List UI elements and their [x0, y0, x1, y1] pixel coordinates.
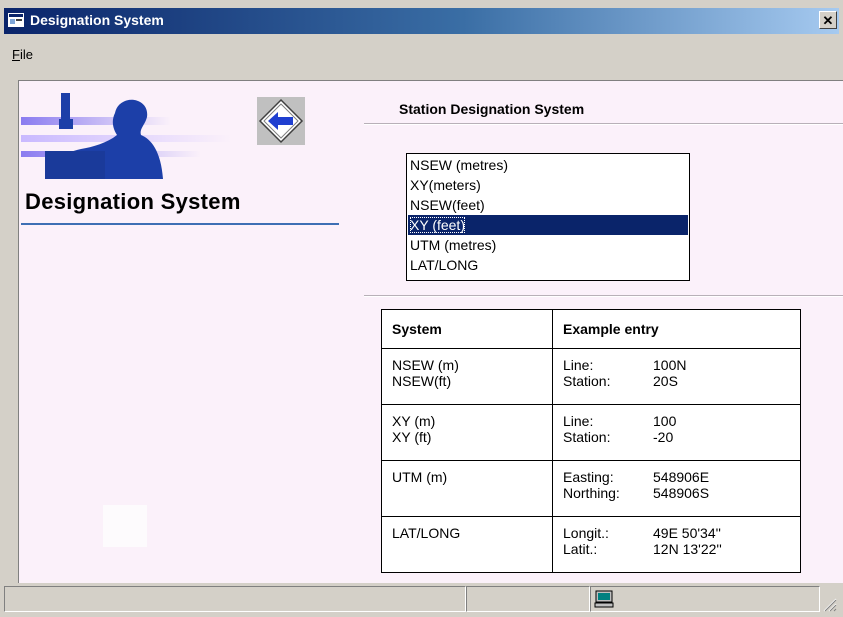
- list-item-label: XY (feet): [410, 217, 465, 233]
- example-key: Station:: [563, 373, 611, 389]
- system-name: NSEW (m): [392, 357, 459, 373]
- table-divider: [364, 295, 843, 296]
- status-panel-icon: [590, 586, 820, 612]
- section-heading: Station Designation System: [399, 101, 585, 117]
- resize-grip-icon[interactable]: [823, 598, 837, 612]
- heading-divider: [364, 123, 843, 124]
- example-value: 49E 50'34'': [653, 525, 721, 541]
- status-panel-middle: [466, 586, 590, 612]
- system-cell: NSEW (m) NSEW(ft): [381, 348, 553, 405]
- list-item[interactable]: UTM (metres): [408, 235, 688, 255]
- system-name: XY (m): [392, 413, 436, 429]
- example-key: Longit.:: [563, 525, 609, 541]
- client-area: Designation System Station Designation S…: [18, 80, 843, 583]
- title-bar[interactable]: Designation System ✕: [4, 8, 839, 34]
- example-cell: Longit.: 49E 50'34'' Latit.: 12N 13'22'': [552, 516, 801, 573]
- list-item-label: XY(meters): [410, 177, 481, 193]
- example-key: Line:: [563, 413, 594, 429]
- list-item[interactable]: XY(meters): [408, 175, 688, 195]
- computer-monitor-icon: [594, 590, 614, 608]
- list-item-label: LAT/LONG: [410, 257, 479, 273]
- example-line: Longit.: 49E 50'34'': [563, 525, 790, 541]
- menu-file[interactable]: File: [12, 47, 33, 62]
- menu-file-label: ile: [19, 47, 33, 62]
- example-key: Station:: [563, 429, 611, 445]
- list-item[interactable]: NSEW (metres): [408, 155, 688, 175]
- list-item-label: NSEW (metres): [410, 157, 508, 173]
- example-cell: Line: 100 Station: -20: [552, 404, 801, 461]
- system-cell: UTM (m): [381, 460, 553, 517]
- table-row: LAT/LONG Longit.: 49E 50'34'' Latit.: 12N …: [381, 516, 801, 573]
- menu-file-accelerator: F: [12, 47, 20, 62]
- system-cell: XY (m) XY (ft): [381, 404, 553, 461]
- back-button[interactable]: [257, 97, 305, 145]
- example-value: 100N: [653, 357, 687, 373]
- example-line: Latit.: 12N 13'22'': [563, 541, 790, 557]
- example-key: Northing:: [563, 485, 620, 501]
- close-button[interactable]: ✕: [819, 11, 837, 29]
- menu-bar: File: [4, 38, 839, 68]
- example-line: Station: 20S: [563, 373, 790, 389]
- example-key: Line:: [563, 357, 594, 373]
- designation-system-window: Designation System ✕ File Designation Sy…: [0, 0, 843, 617]
- example-value: 548906E: [653, 469, 710, 485]
- logo-underline: [21, 223, 339, 225]
- system-name: NSEW(ft): [392, 373, 452, 389]
- example-key: Latit.:: [563, 541, 598, 557]
- example-cell: Easting: 548906E Northing: 548906S: [552, 460, 801, 517]
- list-item-selected[interactable]: XY (feet): [408, 215, 688, 235]
- window-title: Designation System: [30, 12, 164, 28]
- table-row: XY (m) XY (ft) Line: 100 Station: -20: [381, 404, 801, 461]
- list-item[interactable]: LAT/LONG: [408, 255, 688, 275]
- example-value: 548906S: [653, 485, 710, 501]
- blank-panel: [103, 505, 147, 547]
- system-name: UTM (m): [392, 469, 448, 485]
- back-arrow-icon: [258, 98, 304, 144]
- table-row: NSEW (m) NSEW(ft) Line: 100N Station: 20S: [381, 348, 801, 405]
- logo-title: Designation System: [25, 189, 241, 214]
- list-item-label: NSEW(feet): [410, 197, 485, 213]
- status-panel-main: [4, 586, 466, 612]
- column-header-system: System: [381, 309, 553, 349]
- system-name: XY (ft): [392, 429, 432, 445]
- example-value: 20S: [653, 373, 678, 389]
- example-cell: Line: 100N Station: 20S: [552, 348, 801, 405]
- system-cell: LAT/LONG: [381, 516, 553, 573]
- example-value: 12N 13'22'': [653, 541, 722, 557]
- example-line: Line: 100N: [563, 357, 790, 373]
- example-key: Easting:: [563, 469, 614, 485]
- designation-system-listbox[interactable]: NSEW (metres) XY(meters) NSEW(feet) XY (…: [406, 153, 690, 281]
- example-value: 100: [653, 413, 677, 429]
- table-row: UTM (m) Easting: 548906E Northing: 548906S: [381, 460, 801, 517]
- example-entry-table: System Example entry NSEW (m) NSEW(ft) L…: [381, 309, 801, 573]
- status-bar: [4, 586, 839, 614]
- list-item[interactable]: NSEW(feet): [408, 195, 688, 215]
- example-line: Northing: 548906S: [563, 485, 790, 501]
- system-name: LAT/LONG: [392, 525, 461, 541]
- list-item-label: UTM (metres): [410, 237, 497, 253]
- app-window-icon: [8, 13, 24, 27]
- table-header-row: System Example entry: [381, 309, 801, 349]
- example-line: Line: 100: [563, 413, 790, 429]
- example-line: Easting: 548906E: [563, 469, 790, 485]
- example-value: -20: [653, 429, 674, 445]
- example-line: Station: -20: [563, 429, 790, 445]
- column-header-example: Example entry: [552, 309, 801, 349]
